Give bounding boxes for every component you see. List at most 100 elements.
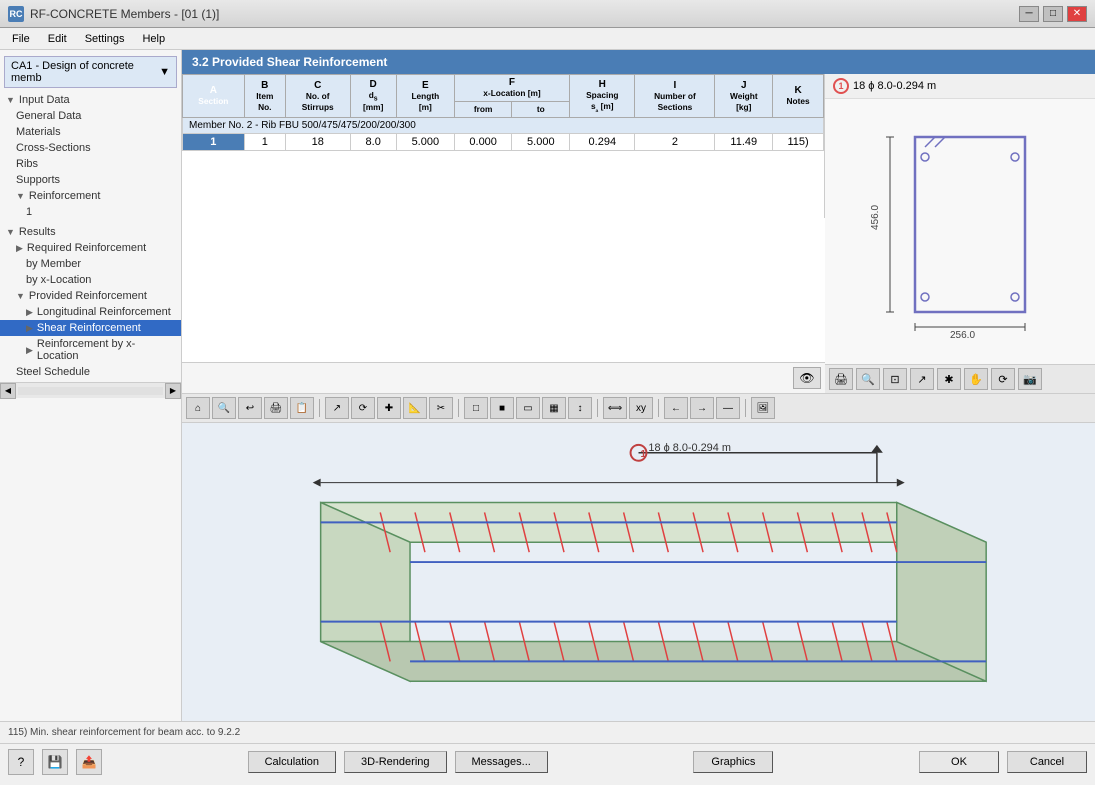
vt-measure[interactable]: 📐 [403, 397, 427, 419]
footer-bar: ? 💾 📤 Calculation 3D-Rendering Messages.… [0, 743, 1095, 779]
col-header-k: KNotes [773, 75, 824, 118]
col-header-d: Dds[mm] [350, 75, 396, 118]
tree-input-data[interactable]: ▼ Input Data [0, 92, 181, 108]
svg-text:18 ϕ 8.0-0.294 m: 18 ϕ 8.0-0.294 m [648, 442, 731, 454]
col-header-h: HSpacingsₐ [m] [570, 75, 635, 118]
vt-filled-rect[interactable]: ■ [490, 397, 514, 419]
vt-zoom-out[interactable]: ↩ [238, 397, 262, 419]
tree-required-reinf[interactable]: ▶ Required Reinforcement [0, 240, 181, 256]
vt-select[interactable]: ↗ [325, 397, 349, 419]
tree-materials[interactable]: Materials [0, 124, 181, 140]
vt-move[interactable]: ✚ [377, 397, 401, 419]
col-header-a: ASection [183, 75, 245, 118]
tree-reinf-by-x[interactable]: ▶ Reinforcement by x-Location [0, 336, 181, 364]
tree-item-label: Cross-Sections [16, 142, 91, 154]
tree-ribs[interactable]: Ribs [0, 156, 181, 172]
ok-button[interactable]: OK [919, 751, 999, 773]
tree-reinf-1[interactable]: 1 [0, 204, 181, 220]
footer-help-btn[interactable]: ? [8, 749, 34, 775]
tree-by-x-location[interactable]: by x-Location [0, 272, 181, 288]
sidebar: CA1 - Design of concrete memb ▼ ▼ Input … [0, 50, 182, 721]
vt-rect2[interactable]: ▭ [516, 397, 540, 419]
cell-x-to: 5.000 [512, 134, 570, 151]
vt-dash[interactable]: — [716, 397, 740, 419]
svg-text:456.0: 456.0 [870, 204, 881, 229]
case-dropdown[interactable]: CA1 - Design of concrete memb ▼ [4, 56, 177, 88]
vt-dim[interactable]: ⟺ [603, 397, 627, 419]
cs-export-btn[interactable]: 📷 [1018, 368, 1042, 390]
minimize-button[interactable]: ─ [1019, 6, 1039, 22]
cell-num-sections: 2 [635, 134, 715, 151]
vt-xy[interactable]: xy [629, 397, 653, 419]
cs-circle-num: 1 [833, 78, 849, 94]
tree-supports[interactable]: Supports [0, 172, 181, 188]
eye-button-container: 👁 [182, 362, 825, 393]
tree-steel-schedule[interactable]: Steel Schedule [0, 364, 181, 380]
vt-height[interactable]: ↕ [568, 397, 592, 419]
vt-image[interactable]: 🖼 [751, 397, 775, 419]
calculation-button[interactable]: Calculation [248, 751, 336, 773]
scroll-right[interactable]: ▶ [165, 383, 181, 399]
title-bar: RC RF-CONCRETE Members - [01 (1)] ─ □ ✕ [0, 0, 1095, 28]
tree-by-member[interactable]: by Member [0, 256, 181, 272]
cs-pan-btn[interactable]: ✋ [964, 368, 988, 390]
menu-file[interactable]: File [4, 31, 38, 47]
menu-settings[interactable]: Settings [77, 31, 133, 47]
status-bar: 115) Min. shear reinforcement for beam a… [0, 721, 1095, 743]
messages-button[interactable]: Messages... [455, 751, 548, 773]
tree-item-label: Longitudinal Reinforcement [37, 306, 171, 318]
cs-select-btn[interactable]: ↗ [910, 368, 934, 390]
vt-rotate[interactable]: ⟳ [351, 397, 375, 419]
tree-general-data[interactable]: General Data [0, 108, 181, 124]
rendering-button[interactable]: 3D-Rendering [344, 751, 446, 773]
tree-label: Results [19, 226, 56, 238]
view-toolbar: ⌂ 🔍 ↩ 🖨 📋 ↗ ⟳ ✚ 📐 ✂ □ ■ ▭ ▦ ↕ ⟺ xy [182, 394, 1095, 423]
tree-shear-reinf[interactable]: ▶ Shear Reinforcement [0, 320, 181, 336]
vt-magnify[interactable]: 🔍 [212, 397, 236, 419]
close-button[interactable]: ✕ [1067, 6, 1087, 22]
vt-cut[interactable]: ✂ [429, 397, 453, 419]
app-icon: RC [8, 6, 24, 22]
vt-rect[interactable]: □ [464, 397, 488, 419]
cell-notes: 115) [773, 134, 824, 151]
cs-reinforcement-label: 18 ϕ 8.0-0.294 m [853, 80, 936, 92]
cancel-button[interactable]: Cancel [1007, 751, 1087, 773]
col-header-b: BItemNo. [244, 75, 285, 118]
section-header: 3.2 Provided Shear Reinforcement [182, 50, 1095, 74]
cs-cursor-btn[interactable]: ✱ [937, 368, 961, 390]
cs-zoom-fit-btn[interactable]: ⊡ [883, 368, 907, 390]
cross-section-panel: 1 18 ϕ 8.0-0.294 m [825, 74, 1095, 393]
vt-grid[interactable]: ▦ [542, 397, 566, 419]
svg-text:1: 1 [640, 449, 646, 460]
cs-rotate-btn[interactable]: ⟳ [991, 368, 1015, 390]
vt-copy[interactable]: 📋 [290, 397, 314, 419]
graphics-button[interactable]: Graphics [693, 751, 773, 773]
section-header-text: 3.2 Provided Shear Reinforcement [192, 55, 387, 69]
cell-item: 1 [244, 134, 285, 151]
tree-provided-reinf[interactable]: ▼ Provided Reinforcement [0, 288, 181, 304]
vt-arrow-l[interactable]: ← [664, 397, 688, 419]
vt-home[interactable]: ⌂ [186, 397, 210, 419]
cs-print-btn[interactable]: 🖨 [829, 368, 853, 390]
footer-export-btn[interactable]: 📤 [76, 749, 102, 775]
cs-drawing-area: 456.0 256.0 [825, 99, 1095, 364]
cell-x-from: 0.000 [454, 134, 512, 151]
footer-save-btn[interactable]: 💾 [42, 749, 68, 775]
menu-edit[interactable]: Edit [40, 31, 75, 47]
tree-item-label: Steel Schedule [16, 366, 90, 378]
vt-arrow-r[interactable]: → [690, 397, 714, 419]
menu-help[interactable]: Help [134, 31, 173, 47]
tree-results[interactable]: ▼ Results [0, 224, 181, 240]
tree-reinforcement[interactable]: ▼ Reinforcement [0, 188, 181, 204]
vt-print[interactable]: 🖨 [264, 397, 288, 419]
scroll-left[interactable]: ◀ [0, 383, 16, 399]
member-row-label: Member No. 2 - Rib FBU 500/475/475/200/2… [183, 118, 824, 134]
tree-cross-sections[interactable]: Cross-Sections [0, 140, 181, 156]
col-header-f: Fx-Location [m] [454, 75, 569, 102]
tree-long-reinf[interactable]: ▶ Longitudinal Reinforcement [0, 304, 181, 320]
tree-item-label: by Member [26, 258, 81, 270]
eye-button[interactable]: 👁 [793, 367, 821, 389]
sidebar-scrollbar: ◀ ▶ [0, 382, 181, 398]
maximize-button[interactable]: □ [1043, 6, 1063, 22]
cs-zoom-in-btn[interactable]: 🔍 [856, 368, 880, 390]
